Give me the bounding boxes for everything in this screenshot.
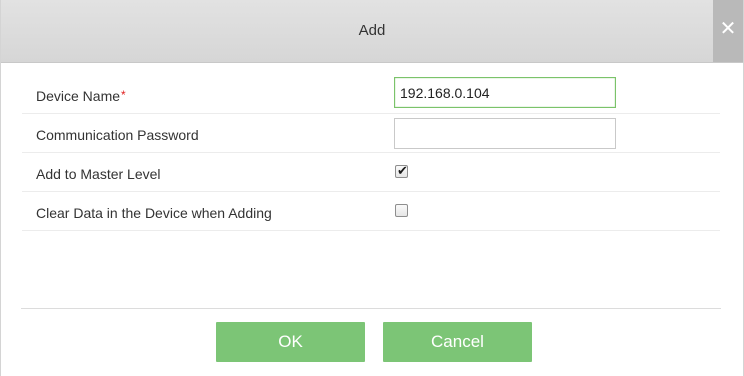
dialog-title: Add [358,22,386,39]
ok-button[interactable]: OK [216,322,365,362]
add-to-master-level-checkbox[interactable]: ✔ [395,163,408,178]
close-button[interactable]: ✕ [713,0,743,62]
device-name-row: Device Name* [22,75,720,114]
add-device-dialog: Add ✕ Device Name* Communication Passwor… [0,0,744,376]
close-icon: ✕ [719,18,737,40]
checkmark-icon: ✔ [397,163,408,178]
clear-data-label: Clear Data in the Device when Adding [36,205,272,221]
communication-password-label: Communication Password [36,127,199,143]
device-name-label: Device Name* [36,88,126,104]
clear-data-checkbox[interactable] [395,204,408,217]
communication-password-input[interactable] [394,118,616,149]
device-name-input[interactable] [394,77,616,108]
clear-data-row: Clear Data in the Device when Adding [22,192,720,231]
footer-divider [21,308,721,309]
communication-password-row: Communication Password [22,114,720,153]
device-form: Device Name* Communication Password Add … [22,75,720,231]
cancel-button[interactable]: Cancel [383,322,532,362]
add-to-master-level-row: Add to Master Level ✔ [22,153,720,192]
dialog-titlebar: Add ✕ [1,0,743,63]
required-marker: * [121,88,126,102]
add-to-master-level-label: Add to Master Level [36,166,161,182]
